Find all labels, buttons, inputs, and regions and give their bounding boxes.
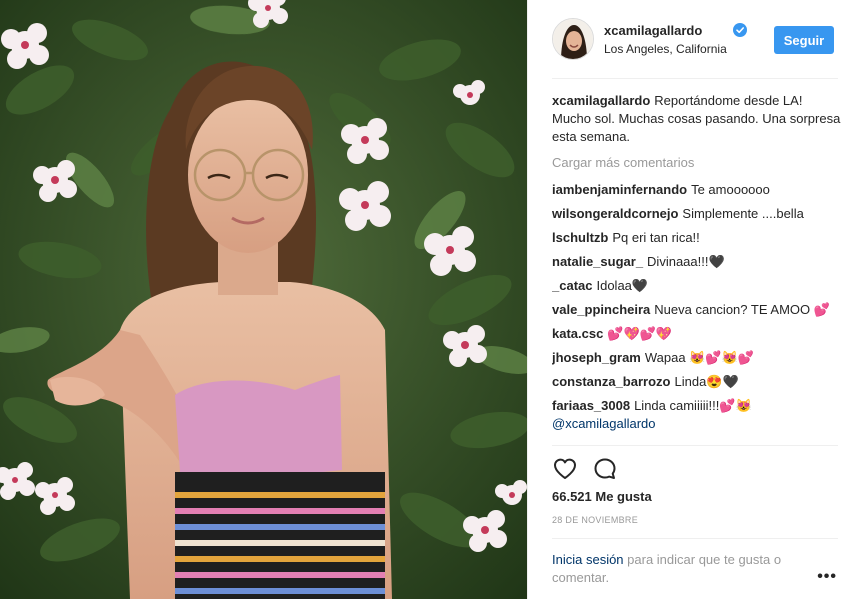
comment-username[interactable]: iambenjaminfernando: [552, 182, 687, 197]
heart-icon[interactable]: [552, 456, 578, 482]
comment-item: jhoseph_gram Wapaa 😻💕😻💕: [552, 349, 842, 367]
comment-username[interactable]: constanza_barrozo: [552, 374, 670, 389]
post-actions: [552, 456, 632, 482]
comment-text: Divinaaa!!!🖤: [647, 254, 725, 269]
comment-item: iambenjaminfernando Te amoooooo: [552, 181, 842, 199]
login-prompt: Inicia sesión para indicar que te gusta …: [552, 551, 812, 587]
login-link[interactable]: Inicia sesión: [552, 552, 624, 567]
comment-item: _catac Idolaa🖤: [552, 277, 842, 295]
comment-mention-line: @xcamilagallardo: [552, 415, 842, 433]
comment-text: Simplemente ....bella: [682, 206, 804, 221]
post-details-panel: xcamilagallardo Los Angeles, California …: [527, 0, 843, 599]
comment-item: natalie_sugar_ Divinaaa!!!🖤: [552, 253, 842, 271]
header-username[interactable]: xcamilagallardo: [604, 23, 702, 38]
comment-item: vale_ppincheira Nueva cancion? TE AMOO 💕: [552, 301, 842, 319]
verified-badge-icon: [733, 23, 747, 37]
load-more-comments-button[interactable]: Cargar más comentarios: [552, 154, 842, 172]
comment-item: kata.csc 💕💖💕💖: [552, 325, 842, 343]
footer-divider: [552, 538, 838, 539]
post-header: xcamilagallardo Los Angeles, California …: [552, 18, 838, 62]
comment-text: Wapaa 😻💕😻💕: [644, 350, 754, 365]
comment-username[interactable]: lschultzb: [552, 230, 608, 245]
caption-username[interactable]: xcamilagallardo: [552, 93, 650, 108]
comment-text: Linda camiiiii!!!💕😻: [634, 398, 752, 413]
comment-item: constanza_barrozo Linda😍🖤: [552, 373, 842, 391]
comment-username[interactable]: _catac: [552, 278, 592, 293]
comment-text: Nueva cancion? TE AMOO 💕: [654, 302, 830, 317]
comments-divider: [552, 445, 838, 446]
mention-link[interactable]: @xcamilagallardo: [552, 416, 656, 431]
comment-username[interactable]: natalie_sugar_: [552, 254, 643, 269]
comment-username[interactable]: jhoseph_gram: [552, 350, 641, 365]
post-caption: xcamilagallardo Reportándome desde LA! Mu…: [552, 92, 842, 146]
comment-text: Pq eri tan rica!!: [612, 230, 700, 245]
post-date: 28 DE NOVIEMBRE: [552, 515, 639, 525]
comment-item: wilsongeraldcornejo Simplemente ....bella: [552, 205, 842, 223]
profile-avatar[interactable]: [552, 18, 594, 60]
comment-text: 💕💖💕💖: [607, 326, 673, 341]
comment-text: Te amoooooo: [691, 182, 770, 197]
comment-item: fariaas_3008 Linda camiiiii!!!💕😻: [552, 397, 842, 415]
avatar-icon: [553, 19, 593, 59]
comment-text: Linda😍🖤: [674, 374, 739, 389]
header-divider: [552, 78, 838, 79]
likes-count[interactable]: 66.521 Me gusta: [552, 489, 652, 504]
more-options-button[interactable]: •••: [817, 568, 837, 586]
comment-item: lschultzb Pq eri tan rica!!: [552, 229, 842, 247]
comment-username[interactable]: vale_ppincheira: [552, 302, 650, 317]
post-photo[interactable]: [0, 0, 527, 599]
comment-username[interactable]: kata.csc: [552, 326, 603, 341]
comment-text: Idolaa🖤: [596, 278, 649, 293]
comment-username[interactable]: wilsongeraldcornejo: [552, 206, 678, 221]
header-location[interactable]: Los Angeles, California: [604, 42, 727, 56]
comment-bubble-icon[interactable]: [592, 456, 618, 482]
comment-username[interactable]: fariaas_3008: [552, 398, 630, 413]
portrait-photo: [0, 0, 527, 599]
comments-list[interactable]: xcamilagallardo Reportándome desde LA! Mu…: [552, 92, 842, 447]
follow-button[interactable]: Seguir: [774, 26, 834, 54]
